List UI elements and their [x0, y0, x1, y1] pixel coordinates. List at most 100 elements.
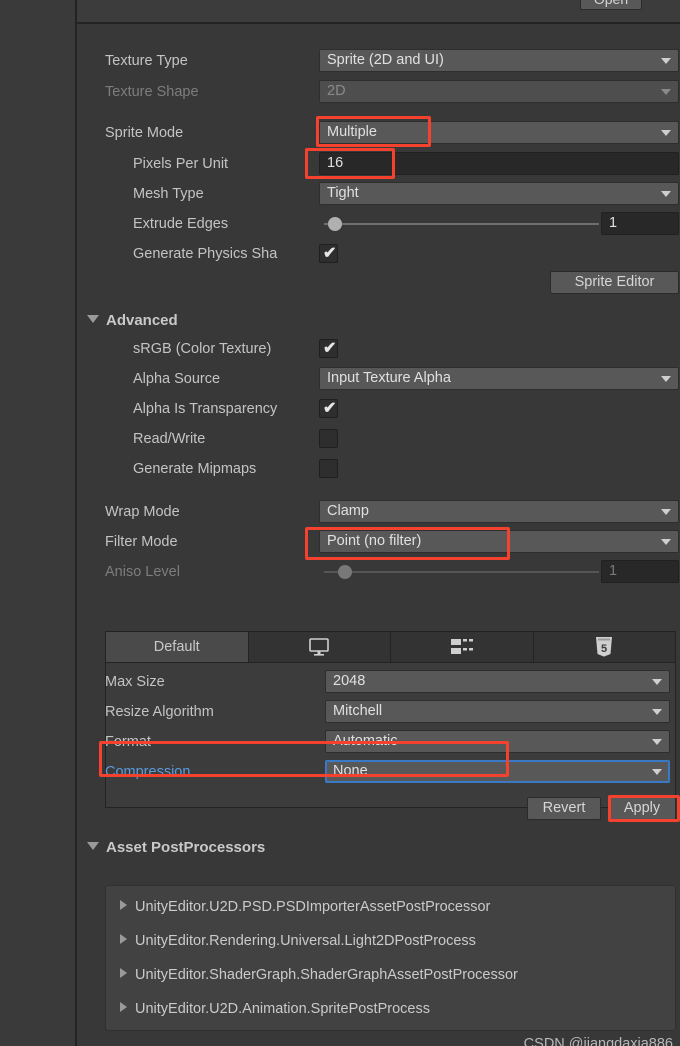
list-item-label: UnityEditor.Rendering.Universal.Light2DP… — [135, 933, 476, 949]
android-icon — [450, 639, 473, 654]
value-filter-mode: Point (no filter) — [327, 533, 422, 549]
triangle-right-icon[interactable] — [120, 934, 127, 944]
dropdown-format[interactable]: Automatic — [325, 730, 670, 753]
label-texture-shape: Texture Shape — [105, 84, 199, 100]
value-texture-type: Sprite (2D and UI) — [327, 52, 444, 68]
triangle-right-icon[interactable] — [120, 1002, 127, 1012]
value-compression: None — [333, 763, 368, 779]
value-format: Automatic — [333, 733, 398, 749]
triangle-right-icon[interactable] — [120, 900, 127, 910]
label-aniso-level: Aniso Level — [105, 564, 180, 580]
label-wrap-mode: Wrap Mode — [105, 504, 180, 520]
row-mesh-type: Mesh Type Tight — [77, 181, 680, 207]
input-extrude-edges-value[interactable]: 1 — [601, 212, 679, 235]
asset-postprocessors-list: UnityEditor.U2D.PSD.PSDImporterAssetPost… — [105, 885, 676, 1031]
chevron-down-icon — [661, 58, 671, 64]
checkbox-generate-physics-shape[interactable]: ✔ — [319, 244, 338, 263]
slider-track — [324, 571, 599, 573]
tab-default[interactable]: Default — [106, 632, 249, 662]
checkbox-generate-mipmaps[interactable] — [319, 459, 338, 478]
slider-aniso-level — [324, 560, 599, 583]
open-button[interactable]: Open — [580, 0, 642, 10]
dropdown-mesh-type[interactable]: Tight — [319, 182, 679, 205]
check-icon: ✔ — [323, 400, 337, 417]
label-mesh-type: Mesh Type — [133, 186, 204, 202]
label-srgb: sRGB (Color Texture) — [133, 341, 272, 357]
list-item[interactable]: UnityEditor.Rendering.Universal.Light2DP… — [120, 928, 476, 954]
value-extrude-edges: 1 — [609, 215, 618, 231]
label-resize-algorithm: Resize Algorithm — [105, 704, 214, 720]
row-extrude-edges: Extrude Edges 1 — [77, 211, 680, 237]
row-alpha-source: Alpha Source Input Texture Alpha — [77, 366, 680, 392]
dropdown-texture-type[interactable]: Sprite (2D and UI) — [319, 49, 679, 72]
list-item[interactable]: UnityEditor.U2D.PSD.PSDImporterAssetPost… — [120, 894, 490, 920]
foldout-advanced[interactable]: Advanced — [87, 309, 178, 333]
row-filter-mode: Filter Mode Point (no filter) — [77, 529, 680, 555]
label-alpha-is-transparency: Alpha Is Transparency — [133, 401, 278, 417]
checkbox-alpha-is-transparency[interactable]: ✔ — [319, 399, 338, 418]
triangle-right-icon[interactable] — [120, 968, 127, 978]
check-icon: ✔ — [323, 340, 337, 357]
triangle-down-icon — [87, 315, 99, 323]
row-generate-mipmaps: Generate Mipmaps — [77, 456, 680, 482]
value-texture-shape: 2D — [327, 83, 346, 99]
dropdown-alpha-source[interactable]: Input Texture Alpha — [319, 367, 679, 390]
chevron-down-icon — [652, 679, 662, 685]
value-max-size: 2048 — [333, 673, 366, 689]
platform-tabs: Default 5 — [105, 631, 676, 663]
list-item[interactable]: UnityEditor.U2D.Animation.SpritePostProc… — [120, 996, 430, 1022]
dropdown-texture-shape: 2D — [319, 80, 679, 103]
chevron-down-icon — [661, 376, 671, 382]
dropdown-wrap-mode[interactable]: Clamp — [319, 500, 679, 523]
dropdown-filter-mode[interactable]: Point (no filter) — [319, 530, 679, 553]
tab-webgl[interactable]: 5 — [533, 632, 675, 662]
chevron-down-icon — [652, 769, 662, 775]
checkbox-read-write[interactable] — [319, 429, 338, 448]
label-filter-mode: Filter Mode — [105, 534, 178, 550]
sprite-editor-button[interactable]: Sprite Editor — [550, 271, 679, 294]
label-generate-mipmaps: Generate Mipmaps — [133, 461, 257, 477]
tab-standalone[interactable] — [248, 632, 391, 662]
value-alpha-source: Input Texture Alpha — [327, 370, 451, 386]
row-srgb: sRGB (Color Texture) ✔ — [77, 336, 680, 362]
row-compression: Compression None — [77, 759, 680, 785]
checkbox-srgb[interactable]: ✔ — [319, 339, 338, 358]
row-aniso-level: Aniso Level 1 — [77, 559, 680, 585]
check-icon: ✔ — [323, 245, 337, 262]
label-alpha-source: Alpha Source — [133, 371, 221, 387]
revert-button[interactable]: Revert — [527, 797, 601, 820]
value-aniso-level: 1 — [609, 563, 618, 579]
dropdown-sprite-mode[interactable]: Multiple — [319, 121, 679, 144]
label-sprite-mode: Sprite Mode — [105, 125, 184, 141]
tab-android[interactable] — [391, 632, 534, 662]
chevron-down-icon — [661, 509, 671, 515]
list-item-label: UnityEditor.U2D.Animation.SpritePostProc… — [135, 1001, 430, 1017]
chevron-down-icon — [661, 539, 671, 545]
label-pixels-per-unit: Pixels Per Unit — [133, 156, 229, 172]
svg-text:5: 5 — [601, 643, 607, 655]
dropdown-max-size[interactable]: 2048 — [325, 670, 670, 693]
label-extrude-edges: Extrude Edges — [133, 216, 229, 232]
dropdown-compression[interactable]: None — [325, 760, 670, 783]
row-read-write: Read/Write — [77, 426, 680, 452]
row-format: Format Automatic — [77, 729, 680, 755]
texture-importer-panel: Texture Type Sprite (2D and UI) Texture … — [77, 24, 680, 1046]
row-generate-physics-shape: Generate Physics Sha ✔ — [77, 241, 680, 267]
input-pixels-per-unit[interactable]: 16 — [319, 152, 679, 175]
label-read-write: Read/Write — [133, 431, 206, 447]
top-toolbar-strip: Open — [77, 0, 680, 22]
slider-extrude-edges[interactable] — [324, 212, 599, 235]
foldout-asset-postprocessors[interactable]: Asset PostProcessors — [87, 836, 265, 860]
value-pixels-per-unit: 16 — [327, 155, 344, 171]
chevron-down-icon — [652, 709, 662, 715]
list-item[interactable]: UnityEditor.ShaderGraph.ShaderGraphAsset… — [120, 962, 518, 988]
apply-button[interactable]: Apply — [608, 797, 676, 820]
row-wrap-mode: Wrap Mode Clamp — [77, 499, 680, 525]
watermark: CSDN @jiangdaxia886 — [523, 1036, 673, 1046]
row-texture-shape: Texture Shape 2D — [77, 79, 680, 105]
input-aniso-level-value: 1 — [601, 560, 679, 583]
chevron-down-icon — [661, 191, 671, 197]
dropdown-resize-algorithm[interactable]: Mitchell — [325, 700, 670, 723]
slider-knob[interactable] — [328, 217, 342, 231]
label-max-size: Max Size — [105, 674, 165, 690]
